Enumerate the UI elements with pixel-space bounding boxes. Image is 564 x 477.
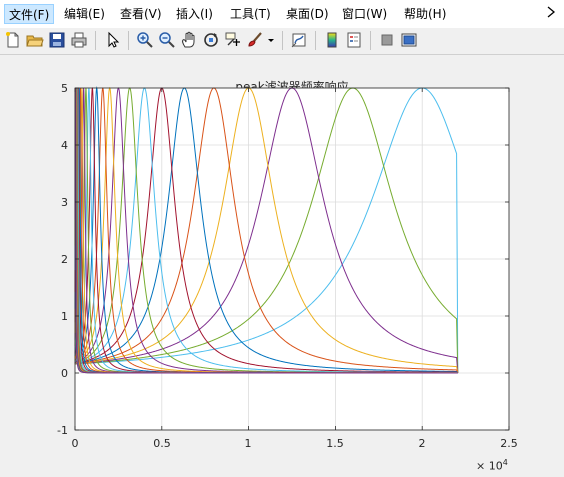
x-tick-label: 2	[418, 437, 426, 450]
y-tick-label: 2	[61, 253, 68, 266]
x-tick-label: 0.5	[153, 437, 171, 450]
x-tick-label: 1.5	[326, 437, 344, 450]
x-tick-label: 2.5	[500, 437, 518, 450]
plot-axes[interactable]	[0, 0, 564, 477]
x-tick-label: 1	[244, 437, 252, 450]
y-tick-label: 1	[61, 310, 68, 323]
y-tick-label: 3	[61, 196, 68, 209]
y-tick-label: 4	[61, 139, 68, 152]
y-tick-label: -1	[57, 424, 68, 437]
x-tick-label: 0	[71, 437, 79, 450]
x-exponent-label: × 104	[476, 458, 508, 473]
y-tick-label: 5	[61, 82, 68, 95]
y-tick-label: 0	[61, 367, 68, 380]
